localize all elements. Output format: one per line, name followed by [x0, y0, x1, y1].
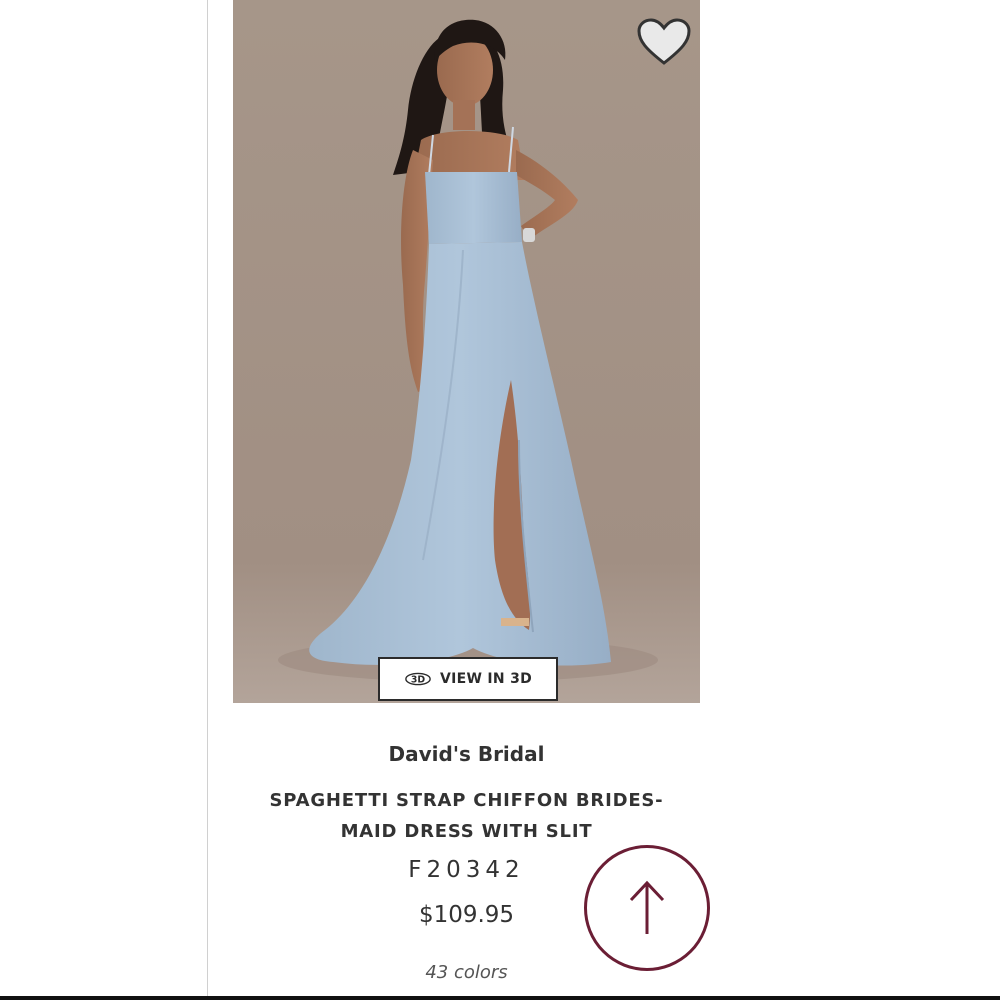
model-photo — [233, 0, 700, 703]
bottom-divider — [0, 996, 1000, 1000]
scroll-to-top-button[interactable] — [584, 845, 710, 971]
view-in-3d-button[interactable]: 3D VIEW IN 3D — [378, 657, 558, 701]
arrow-up-icon — [629, 880, 665, 934]
product-title-line-2: MAID DRESS WITH SLIT — [340, 821, 593, 842]
product-image[interactable]: 3D VIEW IN 3D — [233, 0, 700, 703]
rotate-3d-icon: 3D — [404, 669, 432, 689]
product-brand[interactable]: David's Bridal — [233, 742, 700, 766]
product-title[interactable]: SPAGHETTI STRAP CHIFFON BRIDES- MAID DRE… — [233, 785, 700, 847]
heart-icon — [637, 18, 691, 65]
left-divider — [207, 0, 208, 1000]
product-title-line-1: SPAGHETTI STRAP CHIFFON BRIDES- — [269, 790, 664, 811]
wishlist-button[interactable] — [634, 14, 694, 70]
view-3d-badge-text: 3D — [411, 675, 425, 686]
view-in-3d-label: VIEW IN 3D — [439, 671, 533, 687]
product-card-page: 3D VIEW IN 3D David's Bridal SPAGHETTI S… — [0, 0, 1000, 1000]
